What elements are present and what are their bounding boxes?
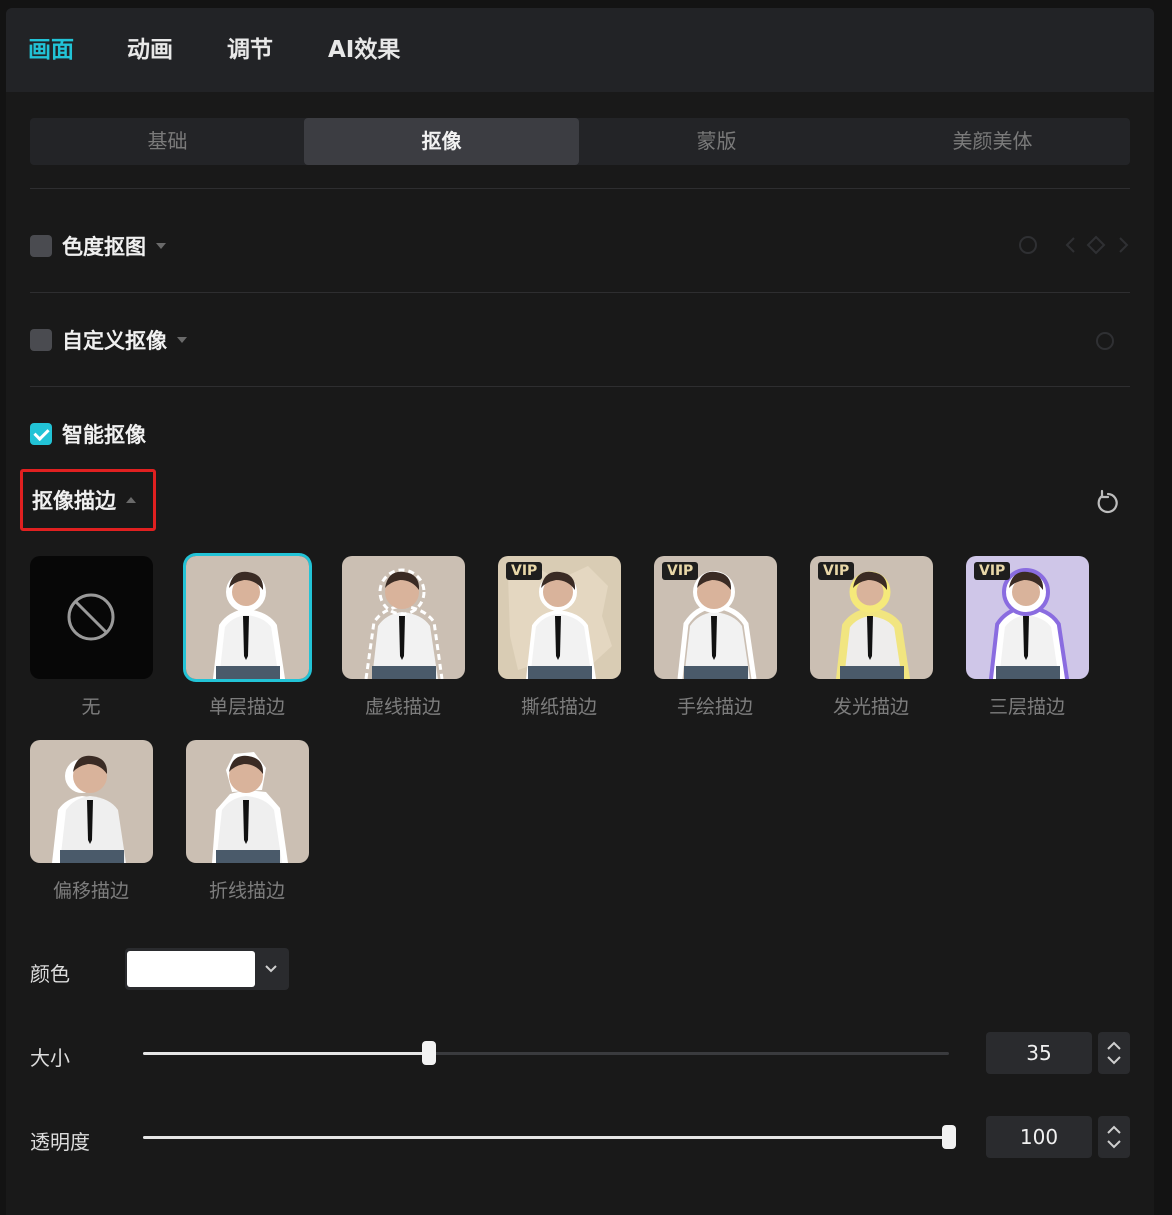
- stroke-option-label: 手绘描边: [676, 696, 753, 718]
- size-stepper[interactable]: [1098, 1032, 1130, 1074]
- size-slider-fill: [143, 1052, 430, 1055]
- no-symbol-icon: [67, 593, 115, 641]
- tab-animation[interactable]: 动画: [127, 34, 173, 66]
- custom-cutout-label: 自定义抠像: [62, 329, 167, 353]
- vip-badge: VIP: [818, 562, 855, 580]
- tab-ai-effects[interactable]: AI效果: [328, 34, 400, 66]
- stroke-option-label: 折线描边: [208, 880, 285, 902]
- stroke-option-none[interactable]: [30, 556, 153, 679]
- opacity-slider[interactable]: [143, 1125, 956, 1149]
- subtab-cutout[interactable]: 抠像: [304, 118, 579, 165]
- custom-cutout-row[interactable]: 自定义抠像: [30, 324, 187, 356]
- stroke-option-label: 无: [81, 696, 101, 718]
- subtab-mask[interactable]: 蒙版: [579, 118, 854, 165]
- stroke-option-hand-drawn[interactable]: VIP: [654, 556, 777, 679]
- person-preview-image: [342, 556, 465, 679]
- subtab-basic[interactable]: 基础: [30, 118, 305, 165]
- expand-arrow-icon[interactable]: [156, 243, 166, 249]
- stepper-arrows-icon[interactable]: [1098, 1032, 1130, 1074]
- stroke-option-single[interactable]: [186, 556, 309, 679]
- stroke-option-torn-paper[interactable]: VIP: [498, 556, 621, 679]
- chevron-down-icon[interactable]: [263, 960, 279, 976]
- reset-icon[interactable]: [1094, 330, 1116, 357]
- divider: [30, 386, 1130, 387]
- sub-tab-bar: 基础 抠像 蒙版 美颜美体: [30, 118, 1130, 165]
- stroke-option-glow[interactable]: VIP: [810, 556, 933, 679]
- top-tab-bar: 画面 动画 调节 AI效果: [6, 8, 1154, 92]
- keyframe-controls-icon[interactable]: [1018, 234, 1130, 261]
- stroke-option-triple[interactable]: VIP: [966, 556, 1089, 679]
- divider: [30, 292, 1130, 293]
- stroke-option-label: 撕纸描边: [520, 696, 597, 718]
- divider: [30, 188, 1130, 189]
- chroma-key-label: 色度抠图: [62, 235, 146, 259]
- custom-cutout-checkbox[interactable]: [30, 329, 52, 351]
- subtab-beauty[interactable]: 美颜美体: [855, 118, 1130, 165]
- opacity-slider-fill: [143, 1136, 949, 1139]
- size-label: 大小: [30, 1046, 70, 1070]
- opacity-value-input[interactable]: 100: [986, 1116, 1092, 1158]
- expand-arrow-icon[interactable]: [177, 337, 187, 343]
- smart-cutout-label: 智能抠像: [62, 423, 146, 447]
- stroke-option-label: 三层描边: [988, 696, 1065, 718]
- opacity-stepper[interactable]: [1098, 1116, 1130, 1158]
- collapse-arrow-icon[interactable]: [126, 497, 136, 503]
- color-picker[interactable]: [125, 948, 289, 990]
- stepper-arrows-icon[interactable]: [1098, 1116, 1130, 1158]
- stroke-option-label: 偏移描边: [52, 880, 129, 902]
- cutout-stroke-header[interactable]: 抠像描边: [20, 469, 156, 531]
- color-label: 颜色: [30, 962, 70, 986]
- video-properties-panel: 画面 动画 调节 AI效果 基础 抠像 蒙版 美颜美体 色度抠图 自定义抠像 智…: [6, 8, 1154, 1215]
- size-slider-handle[interactable]: [422, 1041, 437, 1065]
- person-preview-image: [30, 740, 153, 863]
- stroke-option-dashed[interactable]: [342, 556, 465, 679]
- chroma-key-row[interactable]: 色度抠图: [30, 230, 166, 262]
- person-preview-image: [186, 556, 309, 679]
- tab-picture[interactable]: 画面: [28, 34, 74, 66]
- cutout-stroke-label: 抠像描边: [32, 489, 116, 513]
- stroke-option-offset[interactable]: [30, 740, 153, 863]
- size-slider[interactable]: [143, 1041, 949, 1065]
- stroke-option-label: 单层描边: [208, 696, 285, 718]
- vip-badge: VIP: [974, 562, 1011, 580]
- chroma-key-checkbox[interactable]: [30, 235, 52, 257]
- opacity-slider-handle[interactable]: [942, 1125, 956, 1149]
- person-preview-image: [186, 740, 309, 863]
- stroke-option-label: 发光描边: [832, 696, 909, 718]
- smart-cutout-checkbox[interactable]: [30, 423, 52, 445]
- opacity-label: 透明度: [30, 1130, 90, 1154]
- vip-badge: VIP: [506, 562, 543, 580]
- vip-badge: VIP: [662, 562, 699, 580]
- stroke-option-label: 虚线描边: [364, 696, 441, 718]
- size-value-input[interactable]: 35: [986, 1032, 1092, 1074]
- color-swatch[interactable]: [127, 951, 255, 987]
- smart-cutout-row[interactable]: 智能抠像: [30, 418, 146, 450]
- tab-adjust[interactable]: 调节: [227, 34, 273, 66]
- stroke-option-polyline[interactable]: [186, 740, 309, 863]
- reset-icon[interactable]: [1094, 489, 1122, 517]
